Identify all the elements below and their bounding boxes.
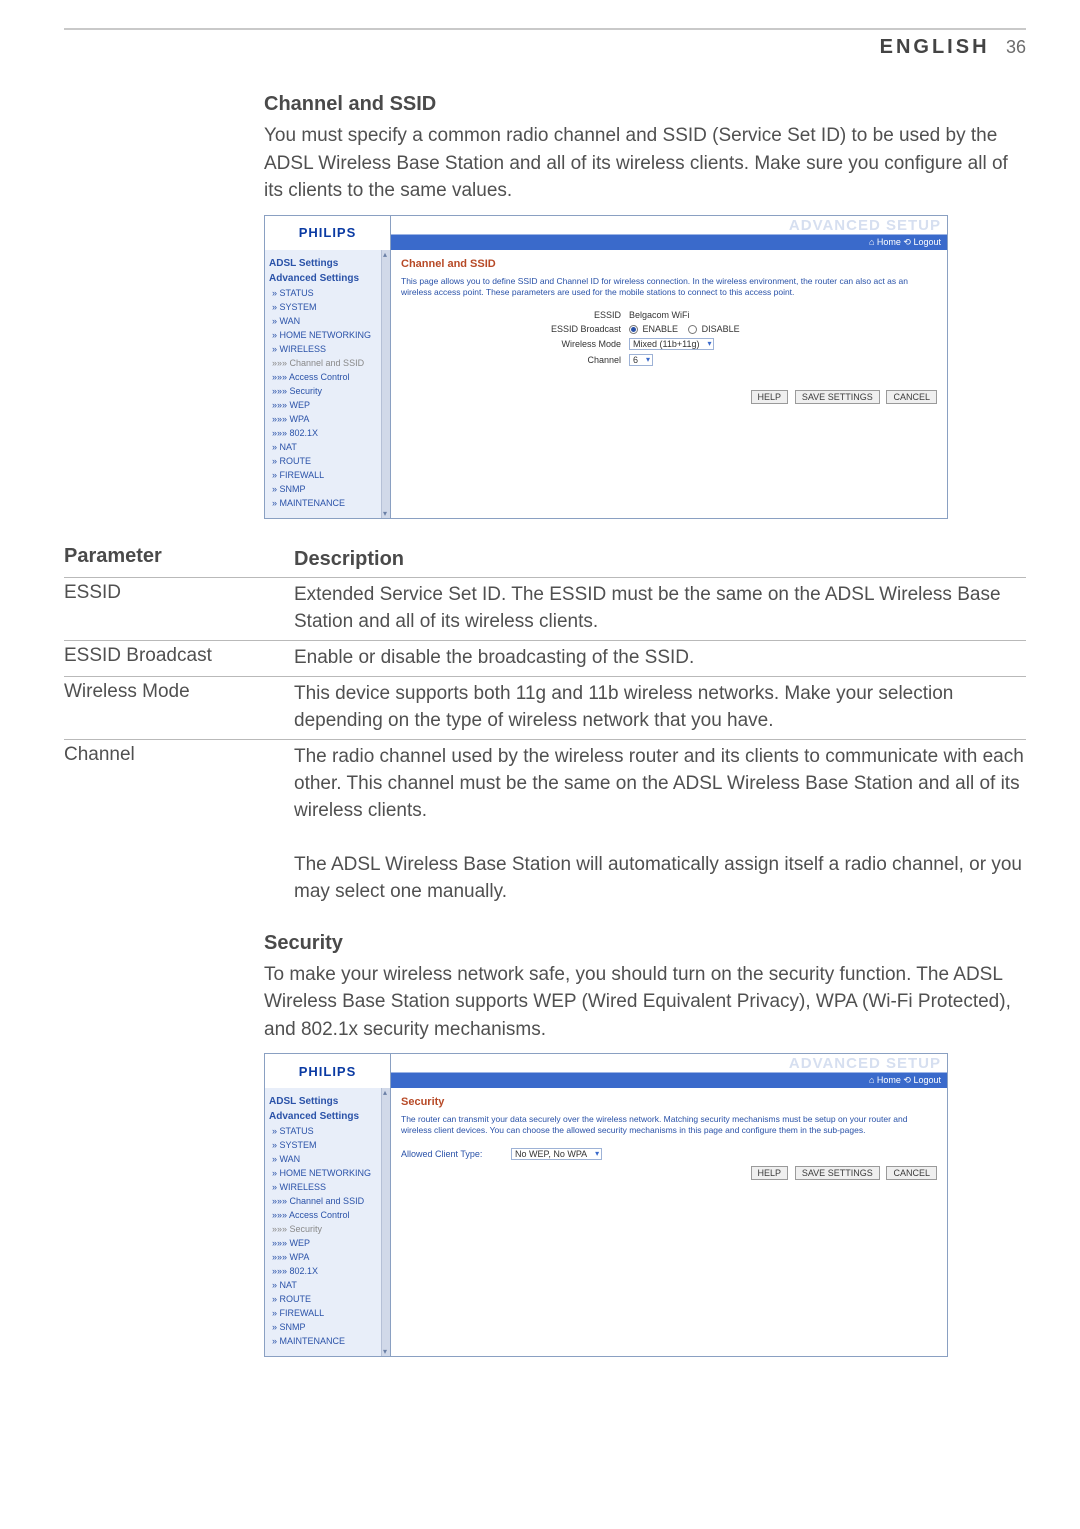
sidebar-heading-adsl[interactable]: ADSL Settings [269,1096,388,1107]
param-row-channel-r: The radio channel used by the wireless r… [294,740,1026,910]
param-header-right: Description [294,541,1026,577]
sidebar-item-status[interactable]: » STATUS [269,1124,388,1138]
top-rule [64,28,1026,30]
param-header-left: Parameter [64,541,294,577]
sidebar-item-maintenance[interactable]: » MAINTENANCE [269,496,388,510]
sidebar-item-8021x[interactable]: »»» 802.1X [269,1264,388,1278]
sidebar-item-wireless[interactable]: » WIRELESS [269,1180,388,1194]
logo-philips: PHILIPS [265,1054,391,1088]
param-row-channel-l: Channel [64,740,294,910]
essid-value[interactable]: Belgacom WiFi [629,310,690,320]
sidebar-item-channel-ssid[interactable]: »»» Channel and SSID [269,356,388,370]
wireless-mode-select[interactable]: Mixed (11b+11g) [629,338,714,350]
section-title-channel-ssid: Channel and SSID [264,93,1026,116]
essid-label: ESSID [401,310,629,320]
banner: ADVANCED SETUP ⌂ Home ⟲ Logout [391,1054,947,1088]
sidebar-item-channel-ssid[interactable]: »»» Channel and SSID [269,1194,388,1208]
header-language: ENGLISH [880,36,990,58]
sidebar-item-access-control[interactable]: »»» Access Control [269,370,388,384]
param-row-essid-l: ESSID [64,578,294,640]
sidebar-heading-advanced[interactable]: Advanced Settings [269,1111,388,1122]
banner-title: ADVANCED SETUP [789,1055,941,1072]
sidebar-item-wpa[interactable]: »»» WPA [269,412,388,426]
panel-description: The router can transmit your data secure… [401,1114,937,1136]
allowed-client-type-label: Allowed Client Type: [401,1149,511,1159]
sidebar-item-system[interactable]: » SYSTEM [269,300,388,314]
screenshot-channel-ssid: PHILIPS ADVANCED SETUP ⌂ Home ⟲ Logout A… [264,215,948,519]
panel-title: Security [401,1096,937,1108]
panel-title: Channel and SSID [401,258,937,270]
sidebar-item-wpa[interactable]: »»» WPA [269,1250,388,1264]
param-row-mode-r: This device supports both 11g and 11b wi… [294,677,1026,739]
banner: ADVANCED SETUP ⌂ Home ⟲ Logout [391,216,947,250]
sidebar-item-home-networking[interactable]: » HOME NETWORKING [269,1166,388,1180]
sidebar-item-security[interactable]: »»» Security [269,1222,388,1236]
screenshot-main: Security The router can transmit your da… [391,1088,947,1356]
wireless-mode-label: Wireless Mode [401,339,629,349]
home-logout-links[interactable]: ⌂ Home ⟲ Logout [869,237,941,248]
screenshot-main: Channel and SSID This page allows you to… [391,250,947,518]
allowed-client-type-select[interactable]: No WEP, No WPA [511,1148,602,1160]
sidebar-item-home-networking[interactable]: » HOME NETWORKING [269,328,388,342]
sidebar-item-8021x[interactable]: »»» 802.1X [269,426,388,440]
sidebar-item-system[interactable]: » SYSTEM [269,1138,388,1152]
cancel-button[interactable]: CANCEL [886,1166,937,1180]
logo-philips: PHILIPS [265,216,391,250]
screenshot-security: PHILIPS ADVANCED SETUP ⌂ Home ⟲ Logout A… [264,1053,948,1357]
sidebar-scrollbar[interactable] [381,1088,390,1356]
sidebar-item-access-control[interactable]: »»» Access Control [269,1208,388,1222]
sidebar-item-wireless[interactable]: » WIRELESS [269,342,388,356]
sidebar-item-firewall[interactable]: » FIREWALL [269,1306,388,1320]
cancel-button[interactable]: CANCEL [886,390,937,404]
sidebar-item-wep[interactable]: »»» WEP [269,1236,388,1250]
header-page-number: 36 [1006,37,1026,57]
sidebar-item-wan[interactable]: » WAN [269,1152,388,1166]
radio-enable[interactable] [629,325,638,334]
sidebar: ADSL Settings Advanced Settings » STATUS… [265,1088,391,1356]
sidebar-item-maintenance[interactable]: » MAINTENANCE [269,1334,388,1348]
section-title-security: Security [264,932,1026,955]
section1-paragraph: You must specify a common radio channel … [264,122,1026,205]
sidebar-item-status[interactable]: » STATUS [269,286,388,300]
param-row-bcast-r: Enable or disable the broadcasting of th… [294,641,1026,676]
help-button[interactable]: HELP [751,390,789,404]
sidebar-item-snmp[interactable]: » SNMP [269,482,388,496]
sidebar-item-wep[interactable]: »»» WEP [269,398,388,412]
help-button[interactable]: HELP [751,1166,789,1180]
save-settings-button[interactable]: SAVE SETTINGS [795,1166,880,1180]
home-logout-links[interactable]: ⌂ Home ⟲ Logout [869,1075,941,1086]
sidebar-heading-adsl[interactable]: ADSL Settings [269,258,388,269]
essid-broadcast-label: ESSID Broadcast [401,324,629,334]
channel-select[interactable]: 6 [629,354,653,366]
sidebar-item-nat[interactable]: » NAT [269,1278,388,1292]
sidebar-item-security[interactable]: »»» Security [269,384,388,398]
page-header: ENGLISH 36 [64,36,1026,59]
sidebar-item-nat[interactable]: » NAT [269,440,388,454]
channel-label: Channel [401,355,629,365]
radio-disable[interactable] [688,325,697,334]
sidebar-item-route[interactable]: » ROUTE [269,1292,388,1306]
sidebar-item-route[interactable]: » ROUTE [269,454,388,468]
section2-paragraph: To make your wireless network safe, you … [264,961,1026,1044]
parameter-table: Parameter Description ESSID Extended Ser… [64,541,1026,910]
param-row-mode-l: Wireless Mode [64,677,294,739]
sidebar: ADSL Settings Advanced Settings » STATUS… [265,250,391,518]
save-settings-button[interactable]: SAVE SETTINGS [795,390,880,404]
param-row-essid-r: Extended Service Set ID. The ESSID must … [294,578,1026,640]
radio-enable-label: ENABLE [643,324,679,334]
sidebar-item-wan[interactable]: » WAN [269,314,388,328]
sidebar-item-snmp[interactable]: » SNMP [269,1320,388,1334]
sidebar-heading-advanced[interactable]: Advanced Settings [269,273,388,284]
sidebar-scrollbar[interactable] [381,250,390,518]
param-row-bcast-l: ESSID Broadcast [64,641,294,676]
sidebar-item-firewall[interactable]: » FIREWALL [269,468,388,482]
banner-title: ADVANCED SETUP [789,217,941,234]
panel-description: This page allows you to define SSID and … [401,276,937,298]
radio-disable-label: DISABLE [702,324,740,334]
